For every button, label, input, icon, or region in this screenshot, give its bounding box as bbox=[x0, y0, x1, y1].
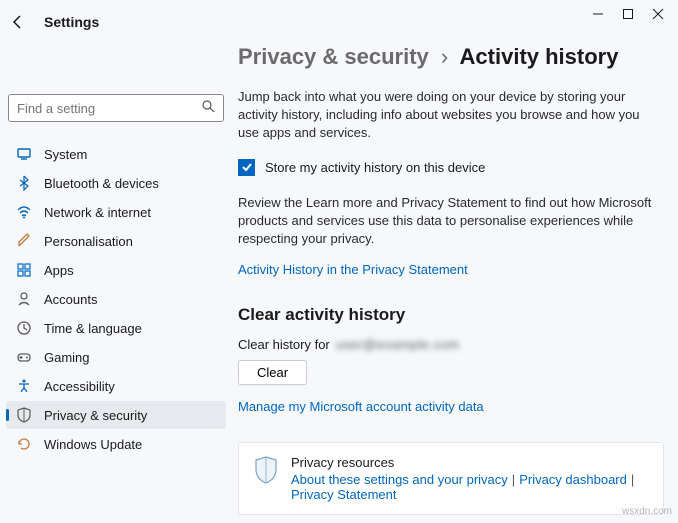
close-button[interactable] bbox=[652, 8, 664, 20]
apps-icon bbox=[16, 262, 32, 278]
breadcrumb: Privacy & security › Activity history bbox=[238, 44, 664, 70]
resource-link-statement[interactable]: Privacy Statement bbox=[291, 487, 397, 502]
store-history-checkbox[interactable] bbox=[238, 159, 255, 176]
clear-button[interactable]: Clear bbox=[238, 360, 307, 385]
watermark: wsxdn.com bbox=[622, 506, 672, 517]
sidebar-item-label: Accounts bbox=[44, 292, 97, 307]
clear-for-label: Clear history for bbox=[238, 337, 330, 352]
sidebar-item-label: Bluetooth & devices bbox=[44, 176, 159, 191]
review-text: Review the Learn more and Privacy Statem… bbox=[238, 194, 664, 249]
sidebar-item-label: Time & language bbox=[44, 321, 142, 336]
system-icon bbox=[16, 146, 32, 162]
sidebar-item-accessibility[interactable]: Accessibility bbox=[6, 372, 226, 400]
sidebar-item-bluetooth[interactable]: Bluetooth & devices bbox=[6, 169, 226, 197]
checkbox-label: Store my activity history on this device bbox=[265, 160, 485, 175]
resource-link-about[interactable]: About these settings and your privacy bbox=[291, 472, 508, 487]
shield-icon bbox=[16, 407, 32, 423]
resource-link-dashboard[interactable]: Privacy dashboard bbox=[519, 472, 627, 487]
sidebar-item-label: Apps bbox=[44, 263, 74, 278]
clear-history-heading: Clear activity history bbox=[238, 305, 664, 325]
sidebar-item-personalisation[interactable]: Personalisation bbox=[6, 227, 226, 255]
sidebar-item-apps[interactable]: Apps bbox=[6, 256, 226, 284]
breadcrumb-parent[interactable]: Privacy & security bbox=[238, 44, 429, 69]
sidebar-item-label: System bbox=[44, 147, 87, 162]
privacy-statement-link[interactable]: Activity History in the Privacy Statemen… bbox=[238, 262, 664, 277]
clock-icon bbox=[16, 320, 32, 336]
sidebar-item-label: Personalisation bbox=[44, 234, 133, 249]
brush-icon bbox=[16, 233, 32, 249]
search-input[interactable] bbox=[17, 101, 201, 116]
wifi-icon bbox=[16, 204, 32, 220]
privacy-resources-card: Privacy resources About these settings a… bbox=[238, 442, 664, 515]
accounts-icon bbox=[16, 291, 32, 307]
breadcrumb-current: Activity history bbox=[460, 44, 619, 69]
search-icon bbox=[201, 99, 215, 118]
sidebar-item-network[interactable]: Network & internet bbox=[6, 198, 226, 226]
maximize-button[interactable] bbox=[622, 8, 634, 20]
gaming-icon bbox=[16, 349, 32, 365]
manage-account-link[interactable]: Manage my Microsoft account activity dat… bbox=[238, 399, 664, 414]
window-title: Settings bbox=[44, 14, 99, 30]
account-email: user@example.com bbox=[336, 337, 460, 352]
sidebar-item-privacy-security[interactable]: Privacy & security bbox=[6, 401, 226, 429]
sidebar-item-label: Network & internet bbox=[44, 205, 151, 220]
back-button[interactable] bbox=[10, 14, 26, 30]
sidebar-item-label: Windows Update bbox=[44, 437, 142, 452]
sidebar-item-label: Privacy & security bbox=[44, 408, 147, 423]
sidebar-item-system[interactable]: System bbox=[6, 140, 226, 168]
resources-title: Privacy resources bbox=[291, 455, 638, 470]
sidebar-item-accounts[interactable]: Accounts bbox=[6, 285, 226, 313]
search-box[interactable] bbox=[8, 94, 224, 122]
chevron-right-icon: › bbox=[441, 44, 448, 69]
sidebar-item-label: Accessibility bbox=[44, 379, 115, 394]
bluetooth-icon bbox=[16, 175, 32, 191]
update-icon bbox=[16, 436, 32, 452]
sidebar-item-time-language[interactable]: Time & language bbox=[6, 314, 226, 342]
sidebar-item-gaming[interactable]: Gaming bbox=[6, 343, 226, 371]
minimize-button[interactable] bbox=[592, 8, 604, 20]
intro-text: Jump back into what you were doing on yo… bbox=[238, 88, 664, 143]
sidebar-item-label: Gaming bbox=[44, 350, 90, 365]
shield-icon bbox=[253, 455, 279, 490]
accessibility-icon bbox=[16, 378, 32, 394]
sidebar-item-windows-update[interactable]: Windows Update bbox=[6, 430, 226, 458]
